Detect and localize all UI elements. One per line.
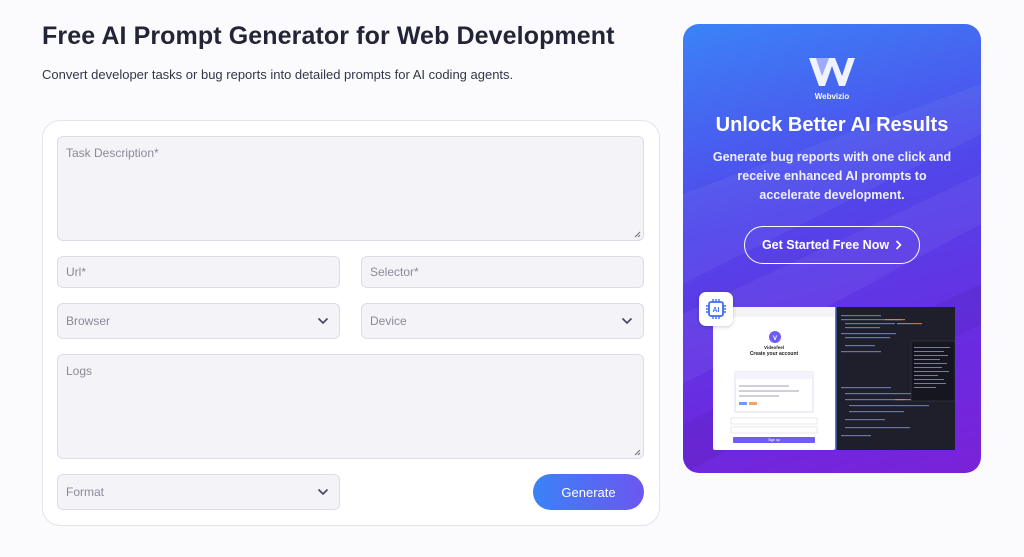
page-subtitle: Convert developer tasks or bug reports i… (42, 67, 514, 82)
ai-chip-icon: AI (699, 292, 733, 326)
chevron-right-icon (895, 240, 902, 250)
svg-text:V: V (773, 336, 777, 342)
resize-grip-icon[interactable] (633, 230, 641, 238)
webvizio-logo (809, 58, 855, 86)
device-placeholder: Device (370, 314, 407, 328)
preview-code-editor (835, 307, 956, 450)
preview-app-name: Videofeel (764, 345, 784, 350)
selector-field[interactable]: Selector* (361, 256, 644, 288)
format-placeholder: Format (66, 485, 105, 499)
logs-placeholder: Logs (66, 364, 93, 378)
svg-text:AI: AI (713, 307, 720, 314)
preview-signup-graphic: V (713, 307, 835, 443)
format-select[interactable]: Format (57, 474, 340, 510)
preview-heading: Create your account (749, 351, 799, 357)
promo-title: Unlock Better AI Results (715, 114, 949, 136)
chevron-down-icon (621, 317, 633, 325)
logs-field[interactable]: Logs (57, 354, 644, 459)
page-title: Free AI Prompt Generator for Web Develop… (42, 22, 615, 50)
preview-signup-button: Sign up (768, 438, 780, 442)
code-lines-graphic (835, 307, 956, 450)
brand-name: Webvizio (814, 92, 850, 101)
preview-signup-panel: V Videofeel Create your account Sign up (713, 307, 835, 450)
selector-placeholder: Selector* (370, 265, 419, 279)
generate-button[interactable]: Generate (533, 474, 644, 510)
url-placeholder: Url* (66, 265, 86, 279)
url-field[interactable]: Url* (57, 256, 340, 288)
app-preview-screenshot: V Videofeel Create your account Sign up (713, 307, 956, 450)
task-description-field[interactable]: Task Description* (57, 136, 644, 241)
promo-card: Webvizio Unlock Better AI Results Genera… (683, 24, 981, 473)
chevron-down-icon (317, 317, 329, 325)
task-description-placeholder: Task Description* (66, 146, 159, 160)
get-started-label: Get Started Free Now (761, 238, 890, 252)
browser-select[interactable]: Browser (57, 303, 340, 339)
promo-description: Generate bug reports with one click and … (712, 150, 952, 202)
resize-grip-icon[interactable] (633, 448, 641, 456)
chevron-down-icon (317, 488, 329, 496)
device-select[interactable]: Device (361, 303, 644, 339)
browser-placeholder: Browser (66, 314, 111, 328)
get-started-button[interactable]: Get Started Free Now (744, 226, 920, 264)
